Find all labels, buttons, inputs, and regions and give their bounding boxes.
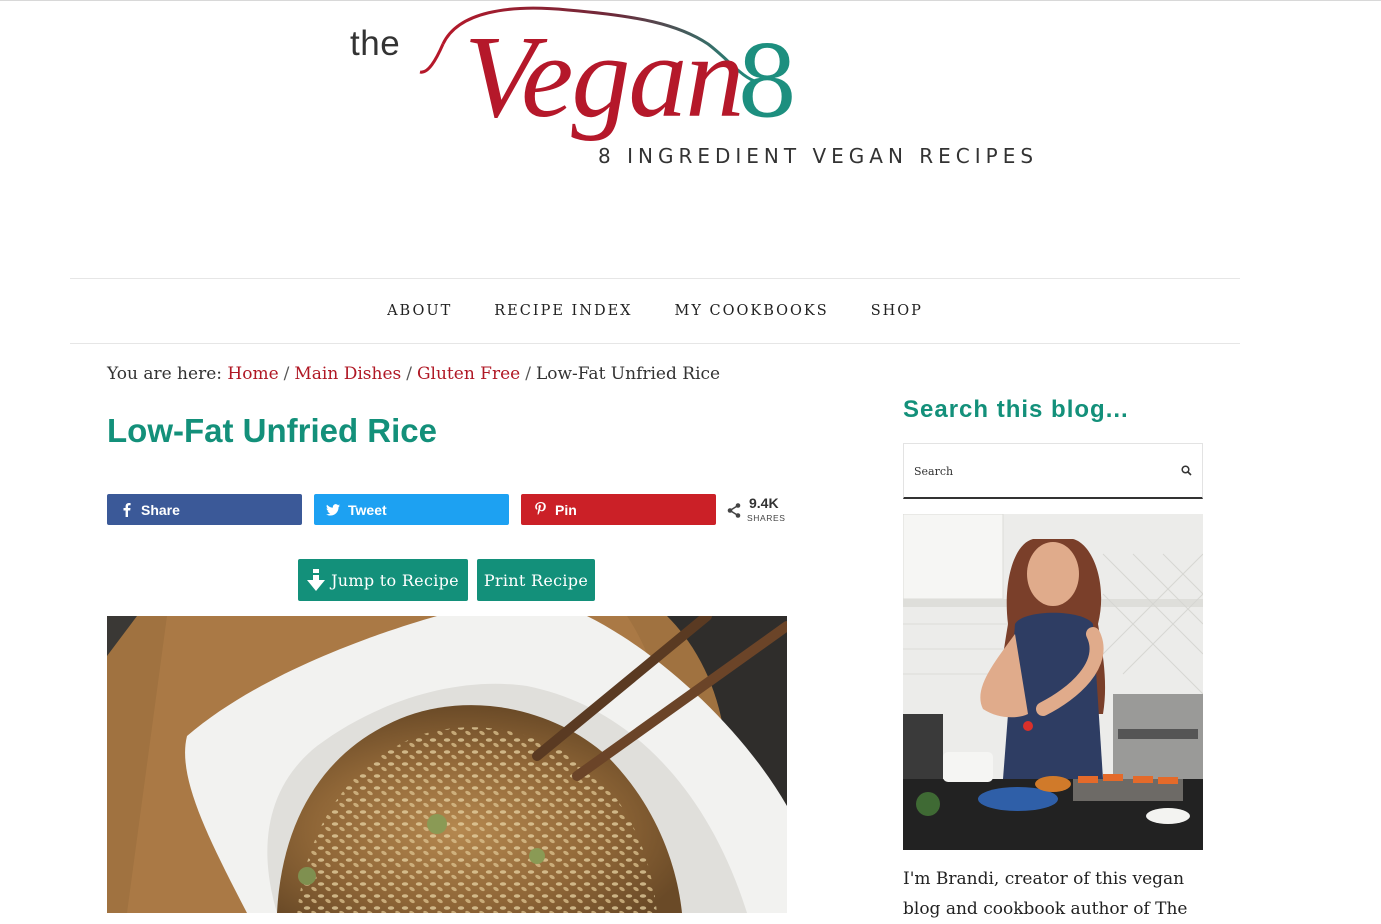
logo-the-text: the xyxy=(350,24,401,63)
breadcrumb-link-home[interactable]: Home xyxy=(227,364,278,384)
facebook-icon xyxy=(117,502,135,517)
recipe-hero-image xyxy=(107,616,787,913)
search-icon[interactable] xyxy=(1181,465,1192,476)
pinterest-pin-button[interactable]: Pin xyxy=(521,494,716,525)
share-count: 9.4K SHARES xyxy=(727,495,791,527)
breadcrumb-link-main-dishes[interactable]: Main Dishes xyxy=(294,364,401,384)
breadcrumb-separator: / xyxy=(283,364,290,384)
facebook-share-button[interactable]: Share xyxy=(107,494,302,525)
author-photo xyxy=(903,514,1203,850)
main-navigation: ABOUT RECIPE INDEX MY COOKBOOKS SHOP xyxy=(70,278,1240,344)
print-recipe-label: Print Recipe xyxy=(483,570,589,590)
twitter-tweet-button[interactable]: Tweet xyxy=(314,494,509,525)
breadcrumb-link-gluten-free[interactable]: Gluten Free xyxy=(417,364,520,384)
search-input[interactable] xyxy=(904,444,1174,498)
site-logo[interactable]: the Vegan 8 8 INGREDIENT VEGAN RECIPES xyxy=(348,4,1033,189)
breadcrumb: You are here: Home / Main Dishes / Gluten Fr… xyxy=(107,364,720,384)
twitter-icon xyxy=(324,503,342,516)
twitter-tweet-label: Tweet xyxy=(348,501,387,518)
author-bio: I'm Brandi, creator of this vegan blog a… xyxy=(903,869,1188,919)
share-count-label: SHARES xyxy=(747,513,786,523)
nav-item-my-cookbooks[interactable]: MY COOKBOOKS xyxy=(674,303,828,319)
share-icon xyxy=(727,503,741,518)
nav-item-shop[interactable]: SHOP xyxy=(871,303,923,319)
breadcrumb-separator: / xyxy=(406,364,412,384)
nav-item-about[interactable]: ABOUT xyxy=(387,303,452,319)
facebook-share-label: Share xyxy=(141,501,180,518)
breadcrumb-prefix: You are here: xyxy=(107,364,222,384)
top-border xyxy=(0,0,1381,1)
jump-to-recipe-label: Jump to Recipe xyxy=(331,570,459,590)
nav-item-recipe-index[interactable]: RECIPE INDEX xyxy=(494,303,632,319)
jump-to-recipe-button[interactable]: Jump to Recipe xyxy=(298,559,468,601)
breadcrumb-separator: / xyxy=(525,364,531,384)
share-count-value: 9.4K xyxy=(749,495,779,511)
arrow-down-icon xyxy=(307,569,326,591)
logo-eight-text: 8 xyxy=(736,26,799,140)
sidebar-search-form xyxy=(903,443,1203,499)
sidebar-search-title: Search this blog... xyxy=(903,396,1129,423)
pinterest-pin-label: Pin xyxy=(555,501,577,518)
logo-tagline: 8 INGREDIENT VEGAN RECIPES xyxy=(598,144,1039,168)
print-recipe-button[interactable]: Print Recipe xyxy=(477,559,595,601)
breadcrumb-current: Low-Fat Unfried Rice xyxy=(535,364,721,384)
logo-vegan-text: Vegan xyxy=(464,11,744,142)
pinterest-icon xyxy=(531,502,549,517)
post-title: Low-Fat Unfried Rice xyxy=(107,412,438,449)
